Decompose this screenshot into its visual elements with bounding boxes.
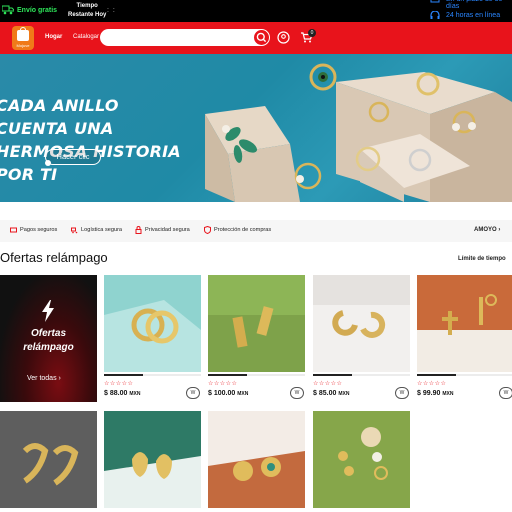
flash-deals-title-line2: relámpago	[23, 342, 74, 353]
benefit-label: Protección de compras	[214, 227, 272, 233]
lightning-icon	[42, 300, 54, 322]
benefit-secure-privacy: Privacidad segura	[135, 226, 190, 234]
search-input[interactable]	[100, 32, 250, 49]
hero-slogan-line1: CADA ANILLO CUENTA UNA	[0, 96, 119, 138]
amoyo-link[interactable]: AMOYO ›	[474, 227, 500, 233]
truck-icon	[2, 5, 14, 15]
product-image[interactable]	[313, 275, 410, 372]
search-button[interactable]	[254, 30, 269, 45]
benefit-purchase-protection: Protección de compras	[204, 226, 272, 234]
earring-image	[208, 275, 305, 372]
product-image[interactable]	[104, 411, 201, 508]
brand-name: Mojuve	[16, 43, 30, 48]
flash-deals-title: Ofertas relámpago	[0, 327, 97, 355]
free-shipping-label: Envío gratis	[17, 7, 58, 14]
sold-progress-bar	[208, 374, 305, 376]
product-image[interactable]	[104, 275, 201, 372]
user-icon[interactable]	[277, 31, 290, 44]
price-currency: MXN	[338, 391, 350, 397]
flash-deals-card[interactable]: Ofertas relámpago Ver todas ›	[0, 275, 97, 402]
wishlist-button[interactable]: W	[290, 387, 304, 399]
nav-catalog-link[interactable]: Catalogar	[73, 34, 99, 40]
rating-stars: ☆☆☆☆☆	[417, 381, 447, 387]
pointer-dot-icon	[45, 160, 51, 166]
hero-cta-label: Hacer clic	[56, 152, 90, 161]
price-currency: MXN	[129, 391, 141, 397]
shopping-bag-icon	[17, 27, 29, 41]
product-image[interactable]	[313, 411, 410, 508]
earring-image	[0, 411, 97, 508]
wishlist-button[interactable]: W	[186, 387, 200, 399]
product-image[interactable]	[0, 411, 97, 508]
flash-deals-title-line1: Ofertas	[30, 328, 66, 339]
earring-image	[313, 275, 410, 372]
earring-image	[104, 275, 201, 372]
countdown-timer: : :	[107, 7, 116, 14]
brand-logo[interactable]: Mojuve	[12, 26, 34, 50]
search-box	[100, 29, 270, 49]
rating-stars: ☆☆☆☆☆	[104, 381, 134, 387]
shield-icon	[204, 226, 211, 234]
return-icon	[430, 0, 440, 3]
hero-cta-button[interactable]: Hacer clic	[45, 149, 101, 166]
section-title: Ofertas relámpago	[0, 250, 108, 265]
card-icon	[10, 227, 17, 233]
product-image[interactable]	[208, 275, 305, 372]
product-price: $ 99.90 MXN	[417, 390, 453, 397]
lock-icon	[135, 226, 142, 234]
product-image[interactable]	[417, 275, 512, 372]
earring-image	[104, 411, 201, 508]
benefit-secure-payment: Pagos seguros	[10, 227, 58, 233]
benefits-bar: Pagos seguros Logística segura Privacida…	[0, 220, 512, 242]
product-price: $ 85.00 MXN	[313, 390, 349, 397]
wishlist-button[interactable]: W	[499, 387, 512, 399]
price-amount: $ 85.00	[313, 390, 337, 397]
sold-progress-bar	[104, 374, 201, 376]
benefit-label: Privacidad segura	[145, 227, 190, 233]
product-price: $ 100.00 MXN	[208, 390, 248, 397]
returns-label: En un plazo de 30 días	[446, 0, 502, 10]
countdown-label-line1: Tiempo	[76, 3, 98, 9]
search-icon	[256, 32, 267, 43]
rating-stars: ☆☆☆☆☆	[208, 381, 238, 387]
support-hours-label: 24 horas en línea	[446, 12, 501, 19]
cart-count-badge: 0	[308, 29, 316, 37]
product-price: $ 88.00 MXN	[104, 390, 140, 397]
main-header: Mojuve Hogar Catalogar 0	[0, 22, 512, 54]
earring-image	[313, 411, 410, 508]
wishlist-button[interactable]: W	[395, 387, 409, 399]
price-amount: $ 100.00	[208, 390, 236, 397]
countdown-label: Tiempo Restante Hoy	[68, 2, 106, 20]
sold-progress-bar	[313, 374, 410, 376]
nav-home-link[interactable]: Hogar	[45, 34, 62, 40]
rating-stars: ☆☆☆☆☆	[313, 381, 343, 387]
truck-icon	[71, 227, 78, 234]
benefit-label: Pagos seguros	[20, 227, 58, 233]
earring-image	[417, 275, 512, 372]
headset-icon	[430, 11, 440, 19]
see-all-link[interactable]: Ver todas ›	[27, 375, 61, 382]
countdown-label-line2: Restante Hoy	[68, 12, 107, 18]
benefit-label: Logística segura	[81, 227, 123, 233]
hero-slogan: CADA ANILLO CUENTA UNA HERMOSA HISTORIA …	[0, 94, 196, 186]
time-limit-link[interactable]: Límite de tiempo	[458, 256, 506, 262]
price-amount: $ 99.90	[417, 390, 441, 397]
price-amount: $ 88.00	[104, 390, 128, 397]
sold-progress-bar	[417, 374, 512, 376]
benefit-secure-logistics: Logística segura	[71, 227, 123, 234]
price-currency: MXN	[237, 391, 249, 397]
price-currency: MXN	[442, 391, 454, 397]
product-image[interactable]	[208, 411, 305, 508]
hero-banner[interactable]: CADA ANILLO CUENTA UNA HERMOSA HISTORIA …	[0, 54, 512, 202]
top-bar: Envío gratis Tiempo Restante Hoy : : En …	[0, 0, 512, 22]
earring-image	[208, 411, 305, 508]
